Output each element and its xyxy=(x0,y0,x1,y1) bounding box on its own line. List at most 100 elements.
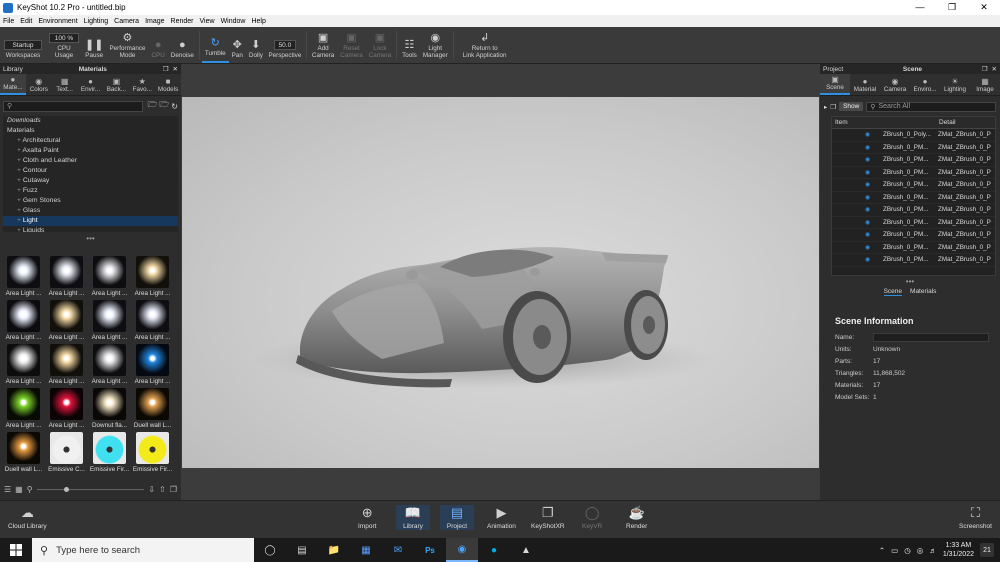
tools-button[interactable]: ☷ Tools xyxy=(399,27,420,63)
tree-node[interactable]: + Cloth and Leather xyxy=(3,156,178,166)
taskbar-search-box[interactable]: ⚲ Type here to search xyxy=(32,538,254,562)
material-thumbnail[interactable]: Duell wall L... xyxy=(132,388,173,432)
tumble-button[interactable]: ↻ Tumble xyxy=(201,27,229,63)
workspace-dropdown[interactable]: Startup xyxy=(4,40,42,50)
visibility-eye-icon[interactable]: ◉ xyxy=(865,204,870,216)
download-icon[interactable]: ⇩ xyxy=(148,485,155,494)
material-thumbnail[interactable]: Area Light ... xyxy=(46,344,87,388)
visibility-eye-icon[interactable]: ◉ xyxy=(865,254,870,266)
cortana-icon[interactable]: ◯ xyxy=(254,538,286,562)
keyshot-taskbar-icon[interactable]: ◉ xyxy=(446,538,478,562)
denoise-button[interactable]: ● Denoise xyxy=(168,27,197,63)
tab-colors[interactable]: ◉ Colors xyxy=(26,74,52,95)
project-toggle-button[interactable]: ▤ Project xyxy=(440,505,474,530)
scene-tree-row[interactable]: ◉ ZBrush_0_PM... ZMat_ZBrush_0_P xyxy=(832,192,995,204)
tab-scene[interactable]: ▣ Scene xyxy=(820,74,850,95)
menu-help[interactable]: Help xyxy=(248,18,268,25)
refresh-icon[interactable]: ↻ xyxy=(171,102,178,111)
menu-window[interactable]: Window xyxy=(218,18,249,25)
tab-backplates[interactable]: ▣ Back... xyxy=(103,74,129,95)
notification-center-icon[interactable]: 21 xyxy=(980,543,994,557)
menu-edit[interactable]: Edit xyxy=(17,18,35,25)
dolly-button[interactable]: ⬇ Dolly xyxy=(246,27,266,63)
volume-icon[interactable]: ♬ xyxy=(929,546,937,555)
menu-view[interactable]: View xyxy=(197,18,218,25)
material-thumbnail[interactable]: Area Light ... xyxy=(46,388,87,432)
visibility-eye-icon[interactable]: ◉ xyxy=(865,192,870,204)
render-view[interactable] xyxy=(182,97,819,468)
material-thumbnail[interactable]: Area Light ... xyxy=(132,344,173,388)
float-panel-icon[interactable]: ❐ xyxy=(982,65,988,73)
material-thumbnail[interactable]: Emissive C... xyxy=(46,432,87,476)
tree-node[interactable]: + Architectural xyxy=(3,136,178,146)
close-button[interactable]: ✕ xyxy=(968,2,1000,13)
tree-node[interactable]: + Gem Stones xyxy=(3,196,178,206)
zbrush-icon[interactable]: ▲ xyxy=(510,538,542,562)
keyshotxr-button[interactable]: ❐ KeyShotXR xyxy=(531,505,565,530)
tree-node[interactable]: Materials xyxy=(3,126,178,136)
float-panel-icon[interactable]: ❐ xyxy=(163,65,169,73)
tab-material[interactable]: ● Material xyxy=(850,74,880,95)
material-thumbnail[interactable]: Area Light ... xyxy=(3,300,44,344)
close-panel-icon[interactable]: ✕ xyxy=(992,65,997,73)
menu-file[interactable]: File xyxy=(0,18,17,25)
cpu-usage-control[interactable]: 100 % CPU Usage xyxy=(46,27,82,63)
pan-button[interactable]: ✥ Pan xyxy=(229,27,246,63)
scene-tree-row[interactable]: ◉ ZBrush_0_PM... ZMat_ZBrush_0_P xyxy=(832,154,995,167)
scene-tree-row[interactable]: ◉ ZBrush_0_Poly... ZMat_ZBrush_0_P xyxy=(832,129,995,142)
add-camera-button[interactable]: ▣ Add Camera xyxy=(309,27,337,63)
material-thumbnail[interactable]: Emissive Fir... xyxy=(132,432,173,476)
tab-textures[interactable]: ▦ Text... xyxy=(52,74,78,95)
scene-tree-row[interactable]: ◉ ZBrush_0_PM... ZMat_ZBrush_0_P xyxy=(832,167,995,179)
expand-arrow-icon[interactable]: ▸ xyxy=(824,103,827,111)
scene-tree-row[interactable]: ◉ ZBrush_0_PM... ZMat_ZBrush_0_P xyxy=(832,142,995,154)
scene-tree-row[interactable]: ◉ ZBrush_0_PM... ZMat_ZBrush_0_P xyxy=(832,217,995,229)
visibility-eye-icon[interactable]: ◉ xyxy=(865,154,870,166)
tab-favorites[interactable]: ★ Favo... xyxy=(129,74,155,95)
animation-button[interactable]: ▶ Animation xyxy=(487,505,516,530)
perspective-field[interactable]: 50.0 xyxy=(273,40,296,50)
tab-image[interactable]: ▦ Image xyxy=(970,74,1000,95)
splitter-handle[interactable]: ••• xyxy=(0,235,181,243)
tree-node[interactable]: + Glass xyxy=(3,206,178,216)
material-thumbnail[interactable]: Area Light ... xyxy=(3,388,44,432)
light-manager-button[interactable]: ◉ Light Manager xyxy=(420,27,451,63)
import-button[interactable]: ⊕ Import xyxy=(358,505,376,530)
material-thumbnail[interactable]: Area Light ... xyxy=(46,300,87,344)
tree-node[interactable]: + Cutaway xyxy=(3,176,178,186)
pause-button[interactable]: ❚❚ Pause xyxy=(82,27,106,63)
real-time-viewport[interactable]: ••• xyxy=(181,64,828,500)
return-to-link-button[interactable]: ↲ Return to Link Application xyxy=(456,27,514,63)
material-thumbnail[interactable]: Area Light ... xyxy=(132,256,173,300)
render-button[interactable]: ☕ Render xyxy=(626,505,647,530)
scene-splitter-handle[interactable]: ••• xyxy=(820,278,1000,286)
tab-camera[interactable]: ◉ Camera xyxy=(880,74,910,95)
library-toggle-button[interactable]: 📖 Library xyxy=(396,505,430,530)
cpu-usage-field[interactable]: 100 % xyxy=(49,33,79,43)
add-model-icon[interactable]: ❐ xyxy=(830,103,836,111)
visibility-eye-icon[interactable]: ◉ xyxy=(865,129,870,141)
visibility-eye-icon[interactable]: ◉ xyxy=(865,229,870,241)
thumbnail-size-slider[interactable] xyxy=(36,486,145,492)
skype-icon[interactable]: ● xyxy=(478,538,510,562)
column-item[interactable]: Item xyxy=(832,117,936,128)
material-thumbnail[interactable]: Duell wall L... xyxy=(3,432,44,476)
tab-environment[interactable]: ● Enviro... xyxy=(910,74,940,95)
taskbar-clock[interactable]: 1:33 AM 1/31/2022 xyxy=(943,541,974,559)
expand-icon[interactable]: ❐ xyxy=(170,485,177,494)
material-thumbnail[interactable]: Downut fla... xyxy=(89,388,130,432)
subtab-materials[interactable]: Materials xyxy=(910,288,936,296)
menu-image[interactable]: Image xyxy=(142,18,167,25)
tree-node[interactable]: + Axalta Paint xyxy=(3,146,178,156)
keyvr-button[interactable]: ◯ KeyVR xyxy=(582,505,602,530)
microsoft-store-icon[interactable]: ▦ xyxy=(350,538,382,562)
workspaces-control[interactable]: Startup Workspaces xyxy=(0,27,46,63)
maximize-button[interactable]: ❐ xyxy=(936,2,968,13)
library-search-input[interactable]: ⚲ xyxy=(3,100,144,112)
material-thumbnail[interactable]: Area Light ... xyxy=(3,344,44,388)
tab-models[interactable]: ■ Models xyxy=(155,74,181,95)
list-view-icon[interactable]: ☰ xyxy=(4,485,11,494)
material-thumbnail[interactable]: Area Light ... xyxy=(89,300,130,344)
tree-node[interactable]: Downloads xyxy=(3,116,178,126)
photoshop-icon[interactable]: Ps xyxy=(414,538,446,562)
